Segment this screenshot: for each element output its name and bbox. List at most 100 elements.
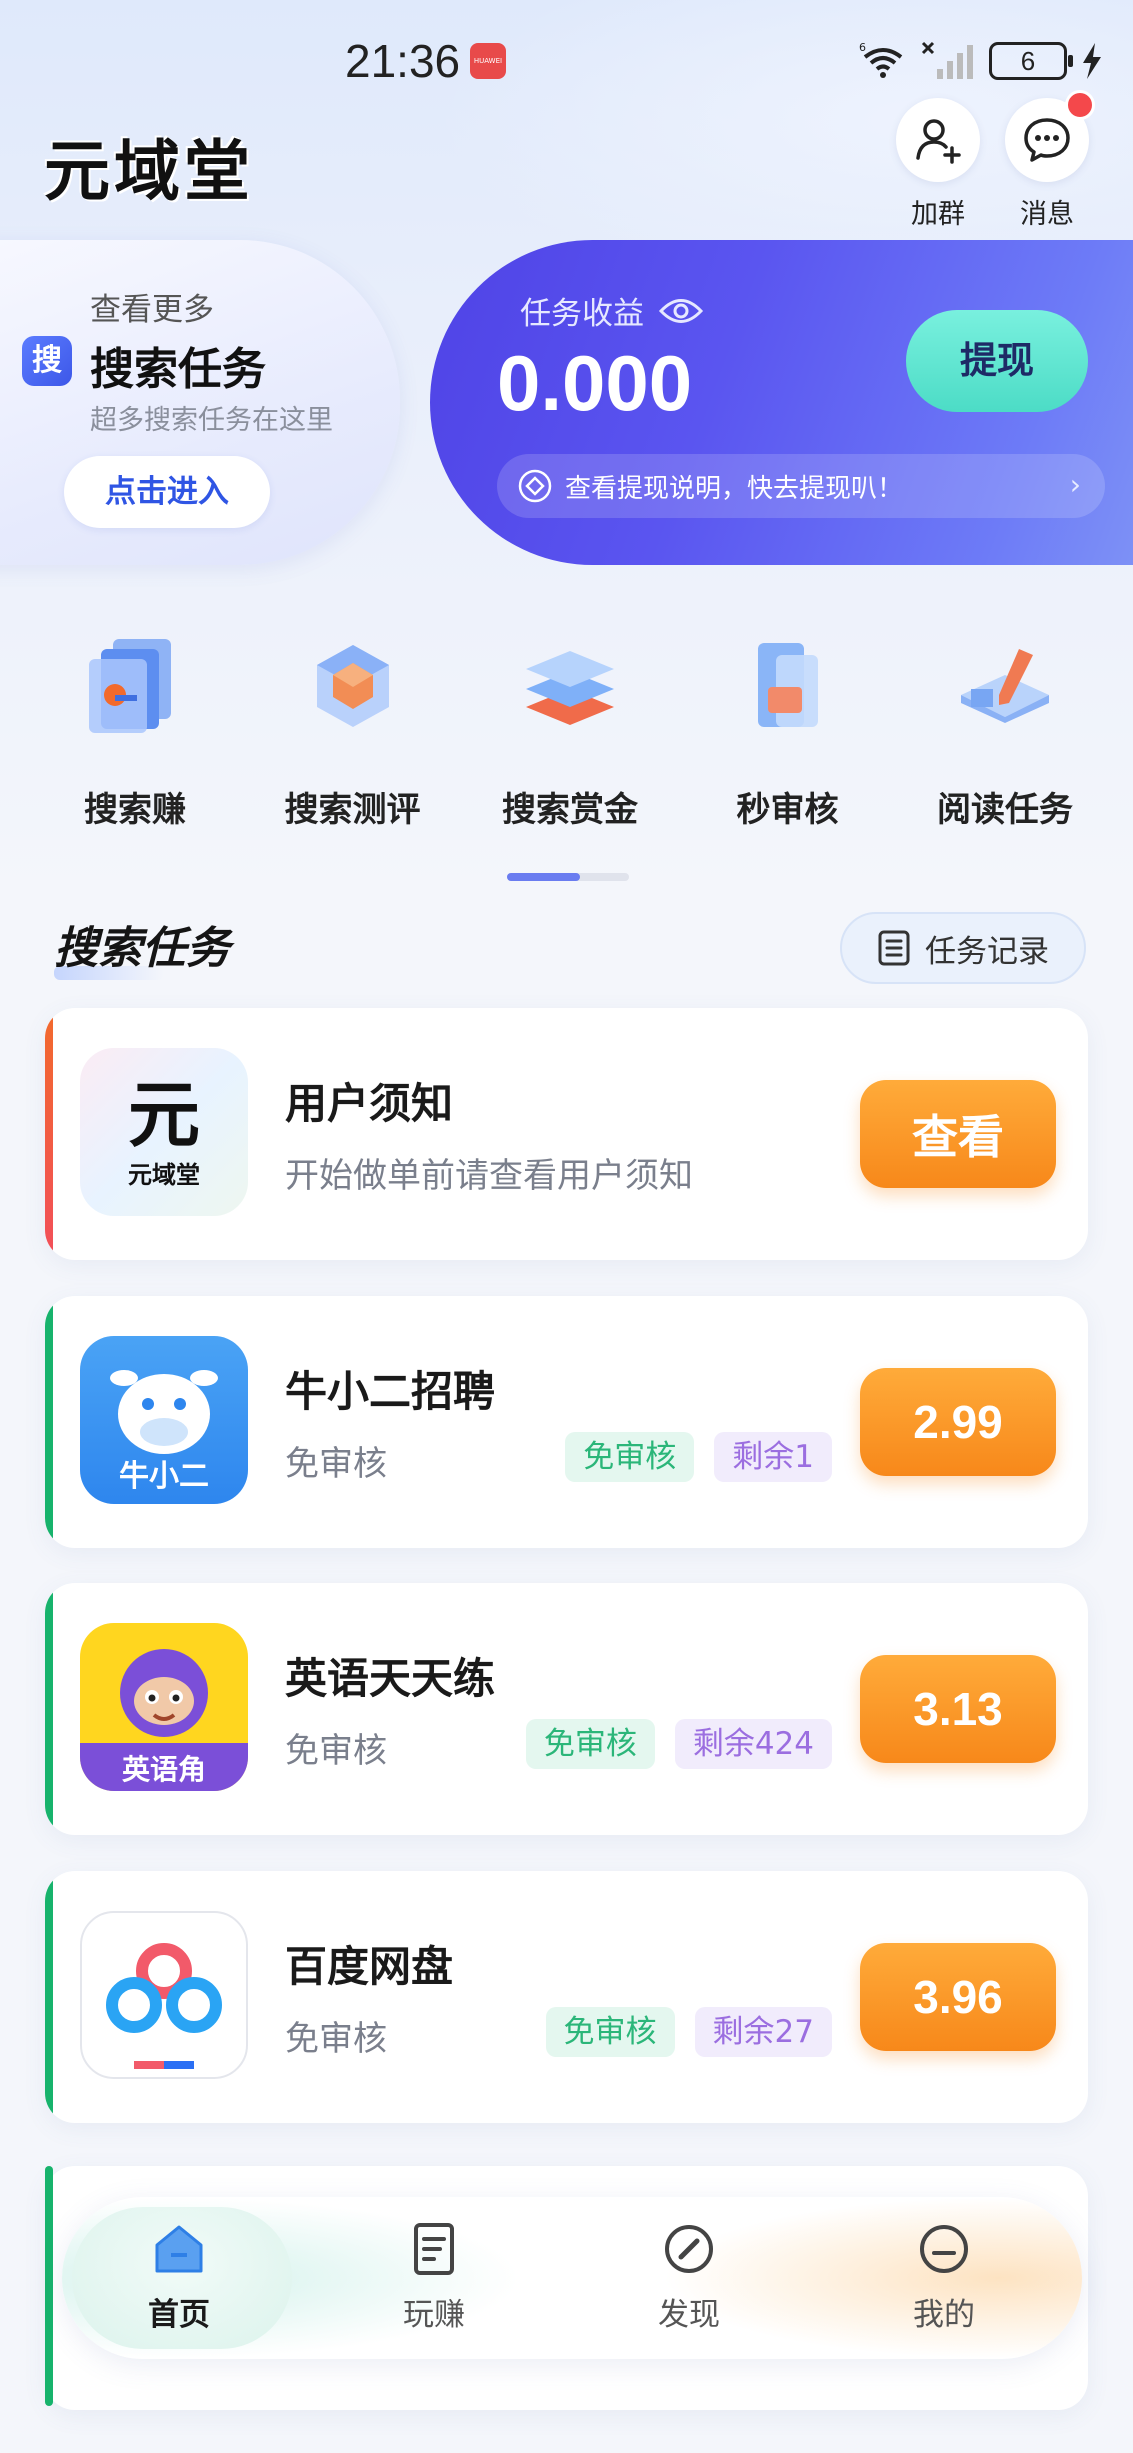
svg-text:6: 6 (859, 41, 866, 54)
withdraw-info-text: 查看提现说明，快去提现叭！ (565, 473, 904, 504)
task-record-label: 任务记录 (925, 933, 1049, 970)
profile-icon (920, 2225, 968, 2273)
yuanyutang-logo: 元 元域堂 (80, 1048, 248, 1216)
withdraw-button[interactable]: 提现 (906, 310, 1088, 412)
task-tags: 免审核 剩余1 (565, 1432, 832, 1482)
view-button[interactable]: 查看 (860, 1080, 1056, 1188)
english-corner-icon-text: 英语角 (122, 1753, 206, 1786)
price-button[interactable]: 3.13 (860, 1655, 1056, 1763)
no-review-tag: 免审核 (565, 1432, 695, 1482)
baidu-netdisk-app-icon (80, 1911, 248, 2079)
search-badge-icon: 搜 (22, 336, 72, 386)
nav-mine[interactable]: 我的 (874, 2219, 1014, 2334)
task-desc: 免审核 (285, 2019, 387, 2059)
english-corner-app-icon: 英语角 (80, 1623, 248, 1791)
promo-more-text: 查看更多 (90, 292, 214, 328)
battery-icon: 6 (989, 42, 1073, 80)
task-card-niuxiaoer[interactable]: 牛小二 牛小二招聘 免审核 免审核 剩余1 2.99 (45, 1296, 1088, 1548)
charging-icon (1083, 43, 1101, 79)
task-card-baidu-netdisk[interactable]: 百度网盘 免审核 免审核 剩余27 3.96 (45, 1871, 1088, 2123)
messages-button[interactable]: 消息 (1002, 90, 1095, 231)
earnings-value: 0.000 (497, 339, 693, 427)
status-icons: 6 6 (859, 36, 1103, 86)
nav-mine-label: 我的 (913, 2297, 975, 2333)
join-group-button[interactable]: 加群 (893, 98, 983, 231)
category-search-earn[interactable]: 搜索赚 (40, 620, 230, 850)
category-search-bounty[interactable]: 搜索赏金 (475, 620, 665, 850)
niuxiaoer-icon-text: 牛小二 (119, 1459, 209, 1494)
add-user-icon (916, 119, 961, 164)
category-label: 搜索赚 (84, 790, 186, 830)
no-sim-signal-icon (921, 41, 973, 79)
remaining-tag: 剩余424 (674, 1719, 832, 1769)
nav-home[interactable]: 首页 (109, 2219, 249, 2334)
category-label: 阅读任务 (937, 790, 1073, 830)
task-desc: 开始做单前请查看用户须知 (285, 1156, 693, 1196)
quick-review-icon (723, 620, 853, 750)
logo-big-char: 元 (127, 1071, 200, 1157)
task-record-button[interactable]: 任务记录 (840, 912, 1086, 984)
task-desc: 免审核 (285, 1444, 387, 1484)
reading-task-icon (940, 620, 1070, 750)
category-search-review[interactable]: 搜索测评 (258, 620, 448, 850)
task-name: 用户须知 (285, 1079, 454, 1128)
nav-play-earn-label: 玩赚 (403, 2297, 465, 2333)
bottom-nav: 首页 玩赚 发现 我的 (62, 2197, 1082, 2359)
card-stripe (45, 1008, 53, 1260)
nav-play-earn[interactable]: 玩赚 (364, 2219, 504, 2334)
join-group-circle (896, 98, 980, 182)
no-review-tag: 免审核 (545, 2007, 675, 2057)
price-button[interactable]: 3.96 (860, 1943, 1056, 2051)
card-stripe (45, 2166, 53, 2406)
carrier-badge-icon: HUAWEI (470, 43, 506, 79)
task-name: 百度网盘 (285, 1942, 454, 1991)
diamond-info-icon (518, 469, 552, 503)
earnings-label-row: 任务收益 (520, 288, 704, 333)
category-reading-task[interactable]: 阅读任务 (910, 620, 1100, 850)
nav-discover-label: 发现 (658, 2297, 720, 2333)
task-name: 牛小二招聘 (285, 1367, 496, 1416)
nav-discover[interactable]: 发现 (619, 2219, 759, 2334)
task-desc: 免审核 (285, 1731, 387, 1771)
niuxiaoer-app-icon: 牛小二 (80, 1336, 248, 1504)
task-tags: 免审核 剩余27 (545, 2007, 832, 2057)
messages-label: 消息 (1020, 199, 1074, 230)
promo-enter-button[interactable]: 点击进入 (64, 456, 270, 528)
eye-icon[interactable] (658, 296, 704, 326)
remaining-tag: 剩余27 (694, 2007, 832, 2057)
status-time: 21:36 (345, 35, 461, 87)
play-earn-icon (414, 2223, 454, 2275)
notification-dot (1065, 90, 1095, 120)
task-card-english-practice[interactable]: 英语角 英语天天练 免审核 免审核 剩余424 3.13 (45, 1583, 1088, 1835)
category-scroll-fill (507, 873, 581, 881)
record-list-icon (878, 930, 910, 966)
promo-title: 搜索任务 (90, 344, 266, 395)
earnings-label: 任务收益 (520, 296, 644, 332)
withdraw-info-bar[interactable]: 查看提现说明，快去提现叭！ › (497, 454, 1105, 518)
section-title: 搜索任务 (54, 912, 230, 980)
remaining-tag: 剩余1 (714, 1432, 832, 1482)
compass-icon (665, 2225, 713, 2273)
card-stripe (45, 1583, 53, 1835)
category-label: 搜索测评 (284, 790, 421, 830)
card-stripe (45, 1296, 53, 1548)
category-scroll-indicator (507, 873, 629, 881)
home-icon (155, 2225, 203, 2273)
wifi-6-icon: 6 (859, 41, 903, 78)
join-group-label: 加群 (911, 199, 965, 230)
task-card-user-notice[interactable]: 元 元域堂 用户须知 开始做单前请查看用户须知 查看 (45, 1008, 1088, 1260)
search-earn-icon (70, 620, 200, 750)
price-button[interactable]: 2.99 (860, 1368, 1056, 1476)
messages-circle (1005, 90, 1095, 182)
promo-subtitle: 超多搜索任务在这里 (90, 405, 333, 436)
category-quick-review[interactable]: 秒审核 (693, 620, 883, 850)
task-tags: 免审核 剩余424 (525, 1719, 832, 1769)
logo-small-text: 元域堂 (128, 1160, 200, 1189)
category-label: 搜索赏金 (502, 790, 638, 830)
task-name: 英语天天练 (285, 1654, 496, 1703)
chevron-right-icon: › (1069, 468, 1081, 501)
category-label: 秒审核 (736, 790, 839, 830)
no-review-tag: 免审核 (525, 1719, 655, 1769)
category-row: 搜索赚 搜索测评 搜索赏金 秒审核 阅读任务 (40, 620, 1100, 850)
app-title: 元域堂 (44, 132, 254, 210)
